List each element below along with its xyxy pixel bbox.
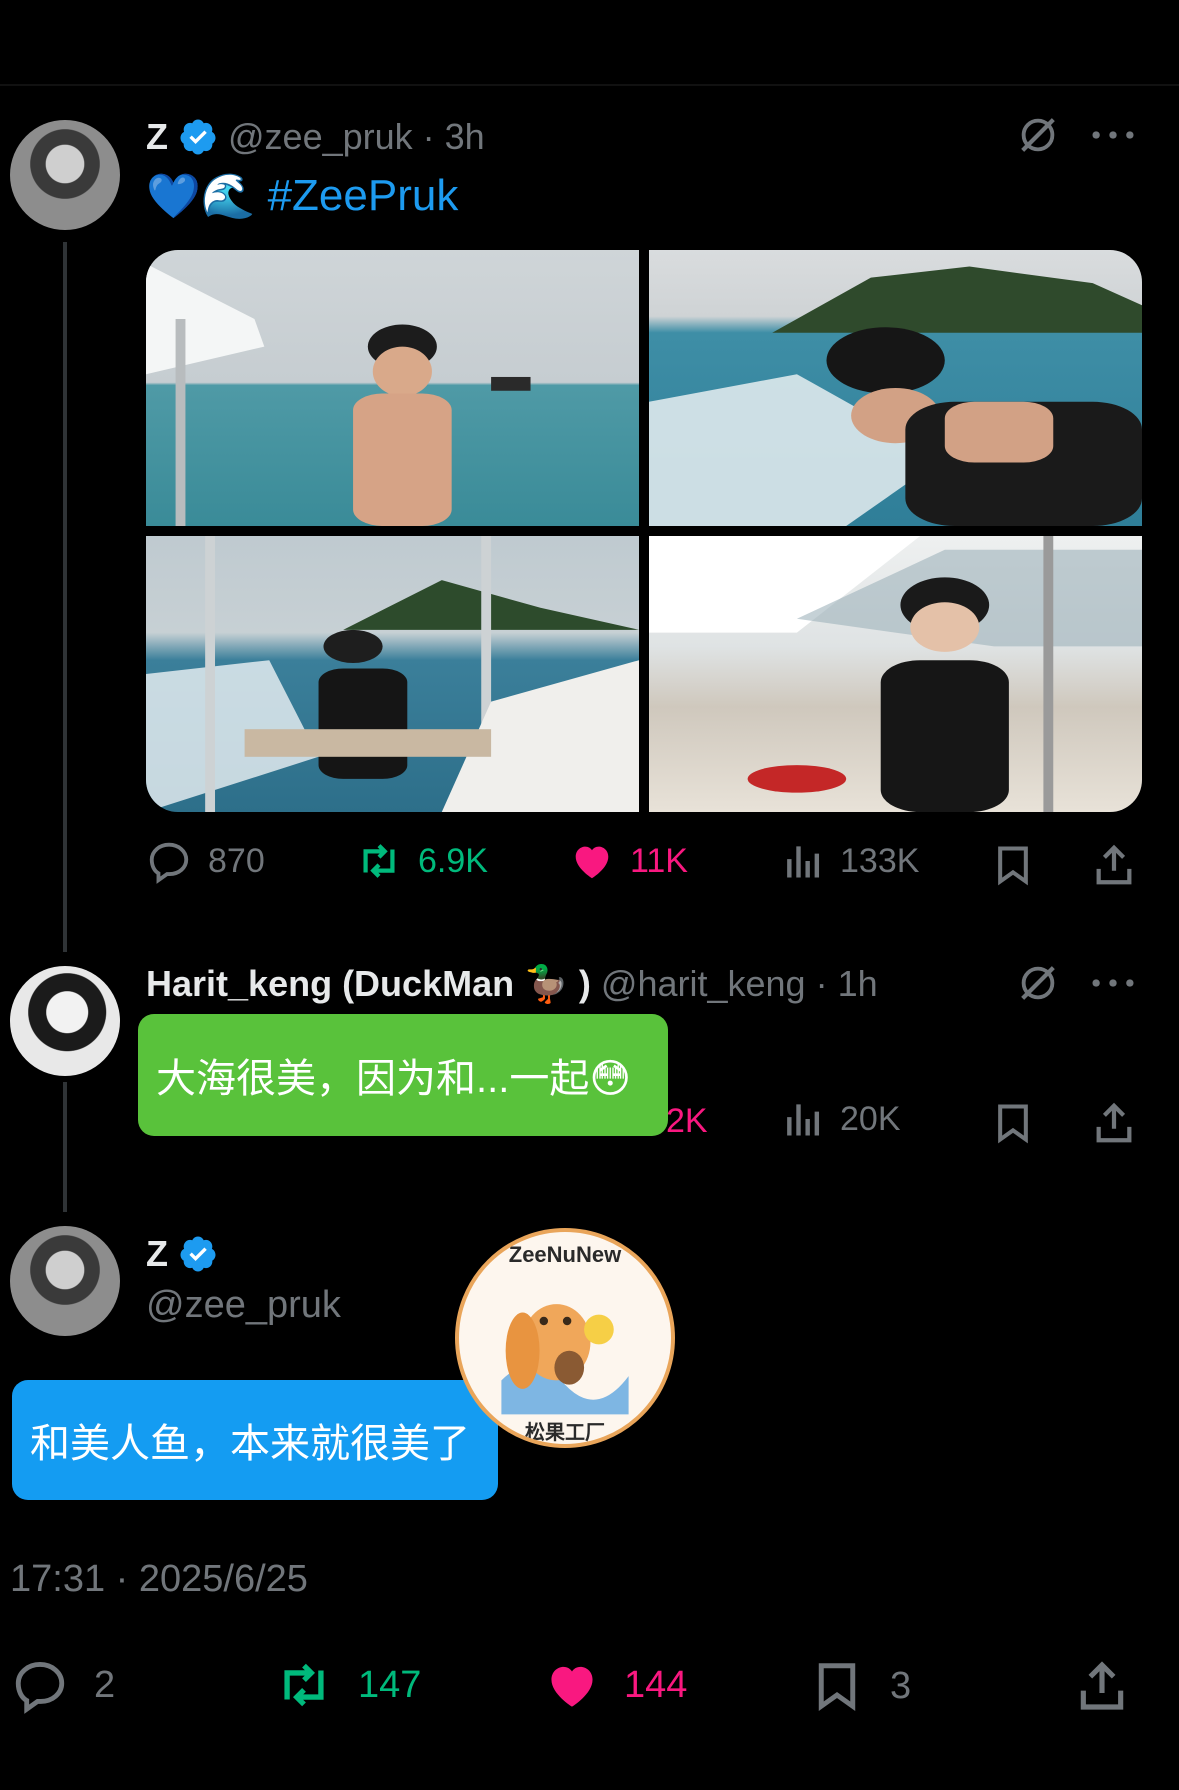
author-name[interactable]: Z <box>146 116 168 158</box>
verified-badge-icon <box>180 119 216 155</box>
retweet-count: 147 <box>358 1663 422 1706</box>
retweet-button[interactable]: 6.9K <box>354 838 488 884</box>
grok-icon[interactable] <box>1015 960 1061 1006</box>
tweet-header: Z @zee_pruk · 3h <box>146 112 485 162</box>
author-name[interactable]: Z <box>146 1233 168 1275</box>
thread-line <box>63 242 67 952</box>
share-icon[interactable] <box>1091 1098 1137 1148</box>
thread-line <box>63 1082 67 1212</box>
views-count: 133K <box>840 841 920 880</box>
verified-badge-icon <box>180 1236 216 1272</box>
avatar[interactable] <box>10 120 120 230</box>
heart-icon <box>575 846 609 879</box>
photo-man-relaxing-on-boat[interactable] <box>146 536 639 812</box>
bookmark-button[interactable]: 3 <box>810 1656 911 1716</box>
main-actions: 2 147 144 3 <box>10 1656 1160 1716</box>
separator-dot: · <box>815 963 828 1004</box>
media-grid[interactable] <box>146 250 1142 812</box>
watermark-bottom-text: 松果工厂 <box>525 1422 605 1444</box>
photo-man-looking-at-wake[interactable] <box>649 250 1142 526</box>
reply-button[interactable]: 2 <box>10 1656 115 1714</box>
retweet-button[interactable]: 147 <box>272 1656 421 1714</box>
author-handle[interactable]: @zee_pruk <box>146 1284 341 1327</box>
tweet-actions: 870 6.9K 11K 133K <box>146 838 1146 894</box>
bookmark-icon <box>818 1663 856 1712</box>
avatar[interactable] <box>10 966 120 1076</box>
watermark-logo: ZeeNuNew 松果工厂 <box>455 1228 675 1448</box>
like-button[interactable]: 144 <box>542 1656 687 1714</box>
time-ago[interactable]: 1h <box>838 963 878 1005</box>
views-icon <box>787 846 820 878</box>
more-options-icon[interactable] <box>1090 968 1136 998</box>
like-button[interactable]: 11K <box>568 838 688 884</box>
retweet-icon <box>284 1663 324 1707</box>
like-count: 11K <box>630 841 688 880</box>
bookmark-count: 3 <box>890 1664 912 1707</box>
reply-icon <box>149 842 189 884</box>
author-handle[interactable]: @harit_keng <box>601 963 806 1005</box>
retweet-icon <box>363 844 395 878</box>
watermark-top-text: ZeeNuNew <box>508 1242 622 1267</box>
photo-man-on-boat-sea[interactable] <box>146 250 639 526</box>
share-icon[interactable] <box>1091 840 1137 890</box>
bookmark-icon[interactable] <box>991 840 1035 890</box>
time-ago[interactable]: 3h <box>445 116 485 158</box>
reply-count: 2 <box>94 1663 116 1706</box>
top-bar <box>0 0 1179 86</box>
hashtag-link[interactable]: #ZeePruk <box>268 171 459 221</box>
grok-icon[interactable] <box>1015 112 1061 158</box>
post-timestamp[interactable]: 17:31 · 2025/6/25 <box>10 1558 308 1601</box>
heart-icon <box>551 1666 593 1707</box>
reply-icon <box>15 1662 65 1714</box>
tweet-text: 💙🌊 #ZeePruk <box>146 166 458 226</box>
more-options-icon[interactable] <box>1090 120 1136 150</box>
avatar[interactable] <box>10 1226 120 1336</box>
like-count: 2K <box>666 1102 708 1140</box>
reply-button[interactable]: 870 <box>146 838 265 884</box>
photo-man-in-cabin-sunglasses[interactable] <box>649 536 1142 812</box>
caption-overlay-blue: 和美人鱼，本来就很美了 <box>12 1380 498 1500</box>
separator-dot: · <box>422 116 435 157</box>
reply-header: Harit_keng (DuckMan 🦆 ) @harit_keng · 1h <box>146 958 878 1010</box>
retweet-count: 6.9K <box>418 841 488 880</box>
like-count: 144 <box>624 1663 688 1706</box>
views-button[interactable]: 133K <box>782 838 919 884</box>
bookmark-icon[interactable] <box>991 1098 1035 1148</box>
views-count: 20K <box>840 1099 901 1138</box>
author-handle[interactable]: @zee_pruk <box>228 116 413 158</box>
views-icon <box>787 1104 820 1136</box>
main-author-row: Z <box>146 1228 218 1280</box>
views-button[interactable]: 20K <box>782 1096 901 1142</box>
caption-overlay-green: 大海很美，因为和...一起😳 <box>138 1014 668 1136</box>
emoji-text: 💙🌊 <box>146 172 256 221</box>
reply-count: 870 <box>208 841 265 880</box>
share-icon[interactable] <box>1074 1656 1130 1716</box>
author-name[interactable]: Harit_keng (DuckMan 🦆 ) <box>146 963 591 1005</box>
